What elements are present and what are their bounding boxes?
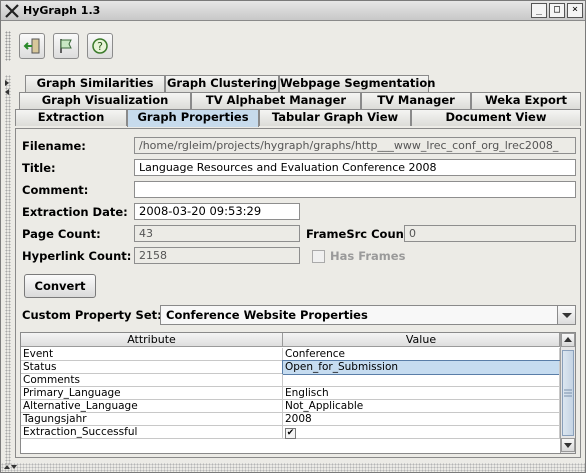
hyperlink-count-field: 2158 — [134, 247, 300, 264]
tab-graph-properties[interactable]: Graph Properties — [127, 109, 259, 127]
column-header-attribute[interactable]: Attribute — [21, 333, 283, 347]
arrow-up-icon — [564, 337, 572, 342]
side-resize-handle[interactable] — [5, 75, 11, 465]
framesrc-count-field: 0 — [404, 225, 576, 242]
tab-document-view[interactable]: Document View — [411, 109, 581, 126]
maximize-button[interactable]: □ — [549, 3, 565, 18]
extraction-date-label: Extraction Date: — [22, 205, 128, 219]
tab-graph-similarities[interactable]: Graph Similarities — [25, 75, 165, 92]
cell-value[interactable]: Not_Applicable — [283, 400, 560, 413]
arrow-down-icon — [564, 443, 572, 448]
title-bar[interactable]: HyGraph 1.3 _ □ × — [1, 1, 585, 21]
help-icon: ? — [92, 38, 108, 54]
cell-value[interactable] — [283, 374, 560, 387]
tab-tv-alphabet-manager[interactable]: TV Alphabet Manager — [191, 92, 361, 109]
tab-weka-export[interactable]: Weka Export — [471, 92, 581, 109]
scroll-thumb[interactable] — [562, 350, 574, 436]
collapse-arrows-icon[interactable] — [3, 77, 11, 97]
exit-icon — [23, 38, 40, 54]
extraction-successful-checkbox[interactable]: ✔ — [285, 428, 296, 439]
title-label: Title: — [22, 161, 56, 175]
tab-tv-manager[interactable]: TV Manager — [361, 92, 471, 109]
app-window: HyGraph 1.3 _ □ × ? Graph Similarities G… — [0, 0, 586, 473]
cell-attribute: Extraction_Successful — [21, 426, 283, 439]
combo-dropdown-button[interactable] — [557, 306, 575, 324]
cell-attribute: Primary_Language — [21, 387, 283, 400]
property-table: Attribute Value Event Conference Status … — [20, 332, 576, 454]
toolbar-grip[interactable] — [5, 31, 11, 61]
page-count-label: Page Count: — [22, 227, 101, 241]
bottom-resize-grip[interactable] — [1, 463, 585, 472]
cell-value[interactable]: 2008 — [283, 413, 560, 426]
table-row[interactable]: Primary_Language Englisch — [21, 387, 560, 400]
custom-property-set-label: Custom Property Set: — [22, 308, 162, 322]
flag-icon — [60, 39, 72, 53]
cell-attribute: Alternative_Language — [21, 400, 283, 413]
custom-property-set-value: Conference Website Properties — [166, 308, 368, 322]
help-button[interactable]: ? — [87, 33, 113, 59]
cell-attribute: Comments — [21, 374, 283, 387]
app-x-icon — [5, 4, 19, 18]
comment-label: Comment: — [22, 183, 89, 197]
table-row[interactable]: Status Open_for_Submission — [21, 360, 561, 375]
table-header: Attribute Value — [21, 333, 560, 347]
toolbar: ? — [15, 31, 135, 65]
cell-value-selected[interactable]: Open_for_Submission — [282, 360, 561, 375]
minimize-button[interactable]: _ — [531, 3, 547, 18]
has-frames-label: Has Frames — [330, 249, 406, 263]
table-row[interactable]: Event Conference — [21, 348, 560, 361]
cell-attribute: Status — [21, 361, 283, 374]
filename-field: /home/rgleim/projects/hygraph/graphs/htt… — [134, 137, 576, 154]
table-vertical-scrollbar[interactable] — [560, 333, 575, 453]
filename-label: Filename: — [22, 139, 86, 153]
cell-attribute: Event — [21, 348, 283, 361]
thumb-grip-icon — [564, 389, 572, 397]
title-input[interactable]: Language Resources and Evaluation Confer… — [134, 159, 576, 176]
convert-button[interactable]: Convert — [24, 274, 96, 298]
cell-value-checkbox[interactable]: ✔ — [283, 426, 560, 439]
has-frames-checkbox[interactable] — [312, 250, 325, 263]
chevron-down-icon — [562, 313, 572, 318]
svg-text:?: ? — [97, 40, 103, 53]
flag-button[interactable] — [53, 33, 79, 59]
cell-attribute: Tagungsjahr — [21, 413, 283, 426]
extraction-date-input[interactable]: 2008-03-20 09:53:29 — [134, 203, 300, 220]
tab-graph-clustering[interactable]: Graph Clustering — [165, 75, 279, 92]
tab-webpage-segmentation[interactable]: Webpage Segmentation — [279, 75, 435, 92]
framesrc-count-label: FrameSrc Count: — [306, 227, 414, 241]
table-row[interactable]: Alternative_Language Not_Applicable — [21, 400, 560, 413]
expand-arrows-icon[interactable] — [3, 463, 17, 471]
cell-value[interactable]: Conference — [283, 348, 560, 361]
tab-tabular-graph-view[interactable]: Tabular Graph View — [259, 109, 411, 126]
custom-property-set-combo[interactable]: Conference Website Properties — [160, 305, 576, 325]
window-title: HyGraph 1.3 — [23, 4, 101, 17]
tab-graph-visualization[interactable]: Graph Visualization — [19, 92, 191, 109]
graph-properties-panel: Filename: /home/rgleim/projects/hygraph/… — [15, 128, 581, 458]
table-row[interactable]: Comments — [21, 374, 560, 387]
comment-input[interactable] — [134, 181, 576, 198]
hyperlink-count-label: Hyperlink Count: — [22, 249, 132, 263]
column-header-value[interactable]: Value — [283, 333, 560, 347]
scroll-down-button[interactable] — [561, 438, 575, 452]
scroll-up-button[interactable] — [561, 333, 575, 347]
table-row[interactable]: Tagungsjahr 2008 — [21, 413, 560, 426]
cell-value[interactable]: Englisch — [283, 387, 560, 400]
exit-button[interactable] — [19, 33, 45, 59]
tab-extraction[interactable]: Extraction — [15, 109, 127, 126]
close-button[interactable]: × — [567, 3, 583, 18]
table-row[interactable]: Extraction_Successful ✔ — [21, 426, 560, 439]
page-count-field: 43 — [134, 225, 300, 242]
